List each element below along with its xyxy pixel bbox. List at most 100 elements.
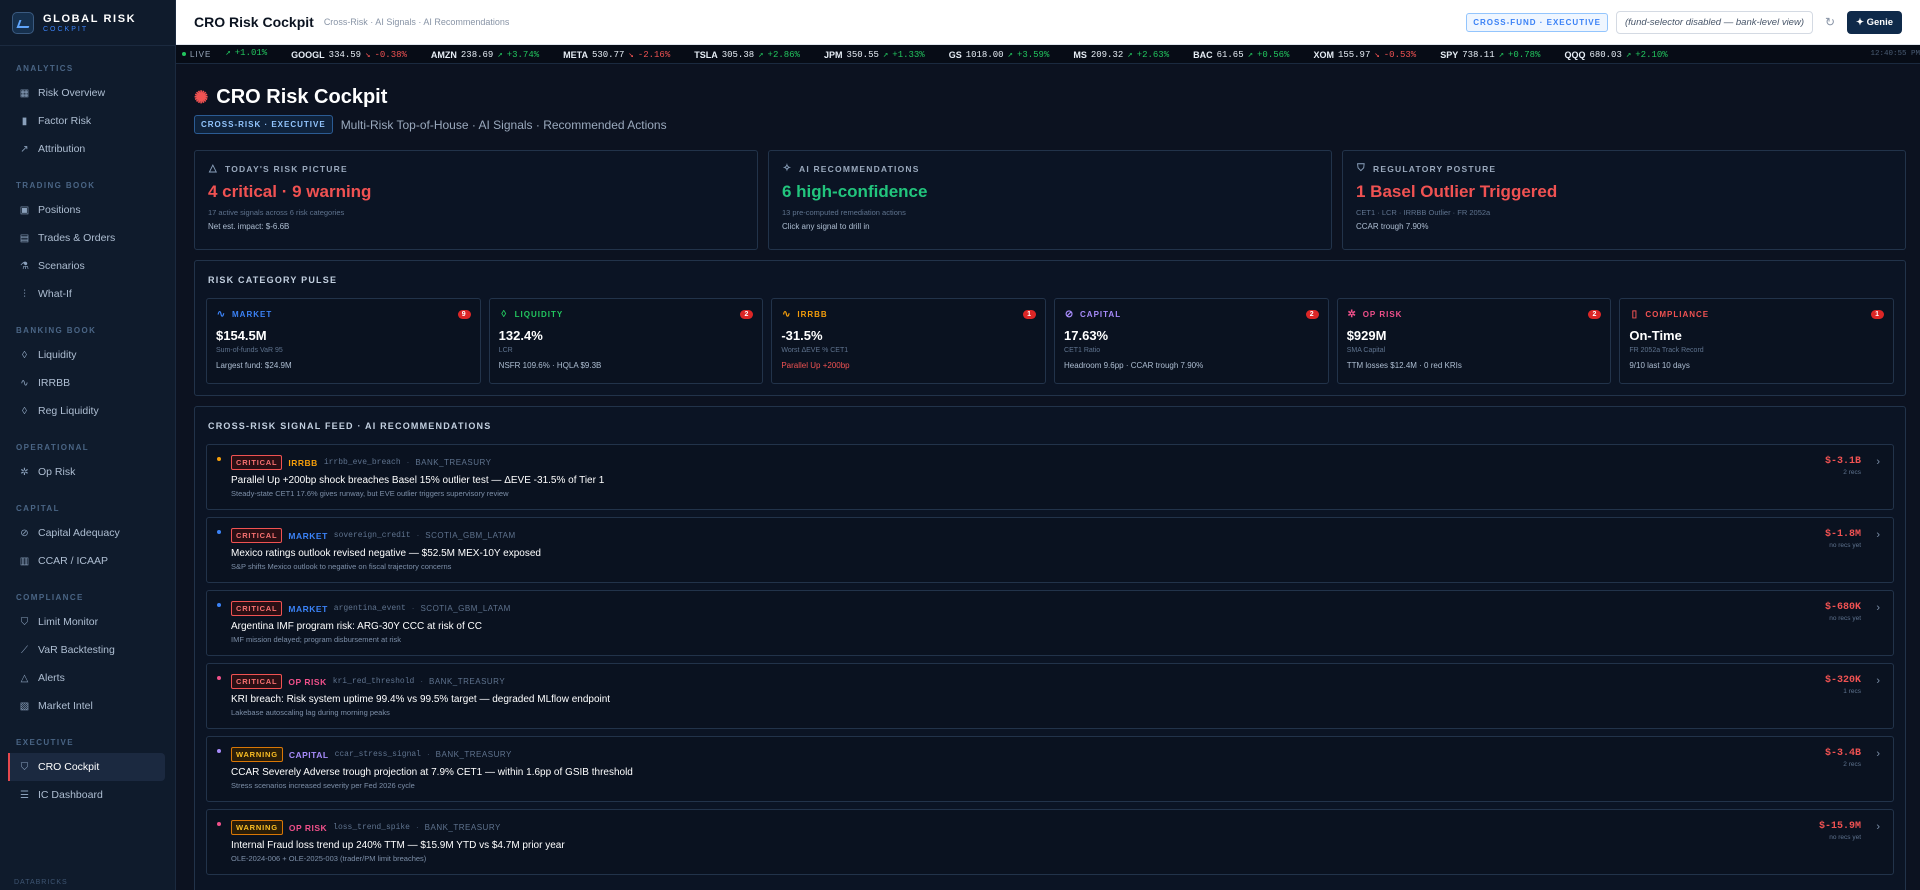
signal-title: Internal Fraud loss trend up 240% TTM — … [231, 840, 565, 851]
signal-category: OP RISK [288, 676, 327, 687]
recs-count: 2 recs [1843, 469, 1861, 476]
count-badge: 1 [1871, 310, 1885, 319]
sidebar-item-ccar-icaap[interactable]: ▥ CCAR / ICAAP [0, 547, 165, 575]
sidebar-item-scenarios[interactable]: ⚗ Scenarios [0, 252, 165, 280]
genie-button[interactable]: ✦ Genie [1846, 10, 1902, 34]
sidebar-item-alerts[interactable]: △ Alerts [0, 664, 165, 692]
panel-title: RISK CATEGORY PULSE [208, 275, 338, 285]
pulse-card-market[interactable]: ∿ MARKET 9 $154.5M Sum-of-funds VaR 95 Lar… [206, 298, 481, 384]
sidebar-item-ic-dashboard[interactable]: ☰ IC Dashboard [0, 781, 165, 809]
signal-owner: BANK_TREASURY [429, 677, 506, 686]
sidebar-item-label: What-If [38, 288, 72, 300]
nav-section-label: OPERATIONAL [16, 443, 90, 452]
pulse-label: IRRBB [797, 310, 828, 319]
signal-detail: Lakebase autoscaling lag during morning … [231, 708, 390, 717]
chevron-right-icon[interactable]: › [1876, 602, 1880, 614]
impact-amount: $-3.1B [1824, 456, 1861, 467]
signal-owner: BANK_TREASURY [435, 750, 512, 759]
nav-section-label: COMPLIANCE [16, 593, 84, 602]
pulse-card-compliance[interactable]: ▯ COMPLIANCE 1 On-Time FR 2052a Track Reco… [1619, 298, 1895, 384]
sidebar-item-limit-monitor[interactable]: ⛉ Limit Monitor [0, 608, 165, 636]
category-dot [217, 749, 221, 753]
sidebar-item-var-backtesting[interactable]: ⟋ VaR Backtesting [0, 636, 165, 664]
sidebar-item-irrbb[interactable]: ∿ IRRBB [0, 369, 165, 397]
ticker-price: 530.77 [591, 49, 625, 60]
ticker-change: +1.01% [234, 47, 268, 58]
pulse-card-capital[interactable]: ⊘ CAPITAL 2 17.63% CET1 Ratio Headroom 9.6… [1054, 298, 1329, 384]
pulse-value: 132.4% [498, 328, 543, 343]
signal-code: irrbb_eve_breach [323, 458, 401, 467]
sidebar-item-label: VaR Backtesting [38, 644, 115, 656]
sidebar-item-factor-risk[interactable]: ▮ Factor Risk [0, 107, 165, 135]
sidebar-item-risk-overview[interactable]: ▦ Risk Overview [0, 79, 165, 107]
sidebar-item-what-if[interactable]: ⫶ What-If [0, 280, 165, 308]
pulse-label: MARKET [232, 310, 273, 319]
calendar-icon: ▥ [19, 555, 30, 567]
sidebar-item-liquidity[interactable]: ◊ Liquidity [0, 341, 165, 369]
ticker-change: +0.56% [1257, 49, 1290, 60]
signal-row[interactable]: CRITICAL OP RISK kri_red_threshold · BAN… [206, 663, 1894, 729]
nav-section-label: CAPITAL [16, 504, 60, 513]
activity-icon: ∿ [216, 309, 227, 320]
card-header: REGULATORY POSTURE [1373, 163, 1497, 174]
sidebar-item-attribution[interactable]: ↗ Attribution [0, 135, 165, 163]
sidebar-item-market-intel[interactable]: ▧ Market Intel [0, 692, 165, 720]
sidebar-item-label: CRO Cockpit [38, 761, 100, 773]
count-badge: 1 [1023, 310, 1037, 319]
card-detail: 13 pre-computed remediation actions [782, 208, 906, 217]
ticker-clock: 12:40:55 PM [1866, 50, 1920, 58]
drops-icon: ◊ [22, 405, 27, 417]
signal-detail: IMF mission delayed; program disbursemen… [231, 635, 402, 644]
chevron-right-icon[interactable]: › [1876, 529, 1880, 541]
signal-category: OP RISK [288, 822, 328, 833]
sidebar-item-capital-adequacy[interactable]: ⊘ Capital Adequacy [0, 519, 165, 547]
sidebar-item-cro-cockpit[interactable]: ⛉ CRO Cockpit [8, 753, 165, 781]
chevron-right-icon[interactable]: › [1876, 675, 1880, 687]
risk-pulse-panel: RISK CATEGORY PULSE ∿ MARKET 9 $154.5M Sum… [194, 260, 1906, 396]
signal-row[interactable]: CRITICAL MARKET sovereign_credit · SCOTI… [206, 517, 1894, 583]
refresh-icon[interactable]: ↻ [1821, 13, 1839, 31]
pulse-card-liquidity[interactable]: ◊ LIQUIDITY 2 132.4% LCR NSFR 109.6% · HQL… [488, 298, 764, 384]
ticker-change: +3.59% [1016, 49, 1050, 60]
sidebar-item-op-risk[interactable]: ✲ Op Risk [0, 458, 165, 486]
flask-icon: ⚗ [20, 260, 29, 272]
summary-card: ✧ AI RECOMMENDATIONS 6 high-confidence 13… [768, 150, 1332, 250]
signal-row[interactable]: CRITICAL MARKET argentina_event · SCOTIA… [206, 590, 1894, 656]
logo-icon [12, 11, 34, 34]
ticker-symbol: BAC [1193, 49, 1213, 60]
recs-count: 1 recs [1843, 688, 1861, 695]
ticker-item: BAC 61.65 ↗ +0.56% [1193, 50, 1289, 60]
sidebar-item-positions[interactable]: ▣ Positions [0, 196, 165, 224]
pulse-label: LIQUIDITY [514, 310, 564, 319]
separator: · [411, 604, 415, 613]
fund-selector[interactable]: (fund-selector disabled — bank-level vie… [1615, 10, 1813, 34]
sidebar-item-label: Alerts [38, 672, 65, 684]
pulse-card-op-risk[interactable]: ✲ OP RISK 2 $929M SMA Capital TTM losses $… [1336, 298, 1612, 384]
chevron-right-icon[interactable]: › [1876, 456, 1880, 468]
chevron-right-icon[interactable]: › [1876, 748, 1880, 760]
sidebar-item-trades-orders[interactable]: ▤ Trades & Orders [0, 224, 165, 252]
sidebar-item-reg-liquidity[interactable]: ◊ Reg Liquidity [0, 397, 165, 425]
signal-row[interactable]: CRITICAL IRRBB irrbb_eve_breach · BANK_T… [206, 444, 1894, 510]
signal-owner: SCOTIA_GBM_LATAM [425, 531, 516, 540]
pulse-note: Headroom 9.6pp · CCAR trough 7.90% [1064, 361, 1204, 370]
app-title: CRO Risk Cockpit [194, 14, 314, 30]
severity-badge: CRITICAL [231, 674, 283, 689]
chevron-right-icon[interactable]: › [1876, 821, 1880, 833]
briefcase-icon: ▣ [19, 204, 30, 216]
droplet-icon: ◊ [22, 349, 27, 361]
signal-row[interactable]: WARNING OP RISK loss_trend_spike · BANK_… [206, 809, 1894, 875]
card-detail: CET1 · LCR · IRRBB Outlier · FR 2052a [1356, 208, 1491, 217]
brand[interactable]: GLOBAL RISK COCKPIT [0, 0, 175, 46]
pulse-card-irrbb[interactable]: ∿ IRRBB 1 -31.5% Worst ΔEVE % CET1 Paralle… [771, 298, 1047, 384]
signal-category: MARKET [288, 530, 328, 541]
pulse-metric: CET1 Ratio [1064, 347, 1101, 354]
ticker-symbol: AMZN [430, 49, 457, 60]
warning-icon: △ [209, 163, 218, 174]
signal-row[interactable]: WARNING CAPITAL ccar_stress_signal · BAN… [206, 736, 1894, 802]
pulse-label: CAPITAL [1080, 310, 1122, 319]
ticker-price: 155.97 [1337, 49, 1371, 60]
card-headline: 6 high-confidence [782, 182, 928, 201]
page-subtitle: Multi-Risk Top-of-House · AI Signals · R… [340, 117, 667, 132]
separator: · [426, 750, 430, 759]
